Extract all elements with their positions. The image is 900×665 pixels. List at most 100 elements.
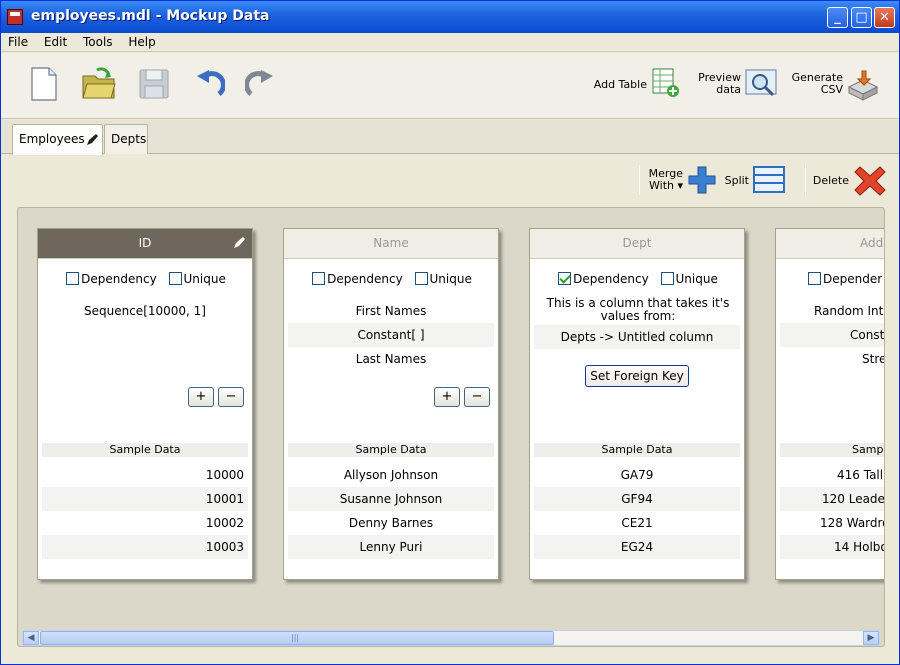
new-file-button[interactable] xyxy=(27,66,61,102)
sample-row: 10001 xyxy=(42,487,248,511)
column-header[interactable]: Add xyxy=(776,229,884,259)
generator-item[interactable]: Constant[ ] xyxy=(288,323,494,347)
tab-employees[interactable]: Employees xyxy=(12,124,103,155)
generator-item[interactable]: Const xyxy=(780,323,884,347)
column-name: Add xyxy=(860,236,884,250)
dependency-label: Depender xyxy=(823,272,883,286)
menu-file[interactable]: File xyxy=(3,33,33,52)
generator-item[interactable]: Sequence[10000, 1] xyxy=(42,299,248,323)
merge-plus-icon xyxy=(688,166,716,194)
open-file-button[interactable] xyxy=(81,66,116,102)
add-table-label[interactable]: Add Table xyxy=(591,79,647,91)
column-card-id[interactable]: ID Dependency Unique Sequence[10000, 1] … xyxy=(37,228,253,580)
preview-data-label[interactable]: Preview data xyxy=(695,72,741,96)
undo-icon xyxy=(197,70,226,96)
scroll-grip: ||| xyxy=(291,633,300,642)
delete-label[interactable]: Delete xyxy=(811,175,849,187)
unique-label: Unique xyxy=(183,272,226,286)
split-label[interactable]: Split xyxy=(721,175,749,187)
sample-row: EG24 xyxy=(534,535,740,559)
dependency-info: This is a column that takes it's values … xyxy=(530,297,746,323)
dependency-checkbox[interactable] xyxy=(558,272,572,285)
generator-item[interactable]: Last Names xyxy=(288,347,494,371)
sample-row: 128 Wardro xyxy=(820,516,885,530)
redo-button[interactable] xyxy=(244,66,279,102)
generate-csv-label[interactable]: Generate CSV xyxy=(789,72,843,96)
minimize-button[interactable]: _ xyxy=(827,7,848,28)
column-card-name[interactable]: Name Dependency Unique First Names Const… xyxy=(283,228,499,580)
preview-data-button[interactable] xyxy=(745,67,779,103)
column-options: Dependency Unique xyxy=(530,272,746,286)
close-button[interactable]: ✕ xyxy=(874,7,895,28)
undo-button[interactable] xyxy=(191,66,226,102)
column-card-dept[interactable]: Dept Dependency Unique This is a column … xyxy=(529,228,745,580)
sample-row: Denny Barnes xyxy=(348,516,434,530)
sample-data-header: Sampl xyxy=(780,443,884,457)
column-options: Depender xyxy=(776,272,884,286)
sample-row: Susanne Johnson xyxy=(288,487,494,511)
merge-with-label[interactable]: Merge With ▾ xyxy=(643,168,683,192)
scroll-right-button[interactable]: ▶ xyxy=(863,631,879,645)
dependency-checkbox[interactable] xyxy=(312,272,326,285)
column-header[interactable]: Dept xyxy=(530,229,744,259)
maximize-button[interactable]: □ xyxy=(851,7,872,28)
delete-x-icon xyxy=(854,166,886,196)
open-folder-icon xyxy=(82,67,116,99)
column-name: ID xyxy=(138,236,152,250)
scroll-thumb[interactable]: ||| xyxy=(40,631,554,645)
unique-checkbox[interactable] xyxy=(660,272,674,285)
edit-pencil-icon[interactable] xyxy=(85,133,99,147)
info-line-2: values from: xyxy=(600,309,676,323)
separator xyxy=(639,165,640,195)
dependency-checkbox[interactable] xyxy=(66,272,80,285)
merge-with-button[interactable] xyxy=(687,165,717,195)
app-window: employees.mdl - Mockup Data _ □ ✕ File E… xyxy=(0,0,900,665)
add-generator-button[interactable]: + xyxy=(434,387,460,407)
column-options: Dependency Unique xyxy=(284,272,500,286)
sample-row: Lenny Puri xyxy=(288,535,494,559)
add-table-icon xyxy=(652,68,679,97)
split-button[interactable] xyxy=(753,166,785,194)
generator-item[interactable]: Random Inte xyxy=(780,299,884,323)
unique-checkbox[interactable] xyxy=(414,272,428,285)
remove-generator-button[interactable]: − xyxy=(218,387,244,407)
delete-button[interactable] xyxy=(854,164,886,196)
save-disk-icon xyxy=(139,69,169,99)
add-generator-button[interactable]: + xyxy=(188,387,214,407)
dependency-checkbox[interactable] xyxy=(808,272,821,285)
generator-item[interactable]: Stre xyxy=(780,347,884,371)
split-icon xyxy=(753,166,785,193)
column-name: Name xyxy=(373,236,409,250)
dependency-label: Dependency xyxy=(327,272,403,286)
sample-row: 10002 xyxy=(205,516,244,530)
sample-data-header: Sample Data xyxy=(534,443,740,457)
table-tabs: Employees Depts xyxy=(1,120,899,155)
menu-edit[interactable]: Edit xyxy=(39,33,72,52)
preview-magnifier-icon xyxy=(745,69,777,97)
preview-label-line2: data xyxy=(716,83,741,96)
edit-pencil-icon[interactable] xyxy=(232,236,246,250)
info-line-1: This is a column that takes it's xyxy=(546,296,730,310)
title-bar[interactable]: employees.mdl - Mockup Data _ □ ✕ xyxy=(1,1,899,33)
remove-generator-button[interactable]: − xyxy=(464,387,490,407)
column-header[interactable]: ID xyxy=(38,229,252,259)
set-foreign-key-button[interactable]: Set Foreign Key xyxy=(585,365,689,387)
column-header[interactable]: Name xyxy=(284,229,498,259)
column-card-address[interactable]: Add Depender Random Inte Const Stre Samp… xyxy=(775,228,885,580)
column-name: Dept xyxy=(622,236,652,250)
menu-help[interactable]: Help xyxy=(123,33,160,52)
generate-csv-button[interactable] xyxy=(847,67,881,103)
scroll-left-button[interactable]: ◀ xyxy=(23,631,39,645)
sample-row: 120 Leader xyxy=(780,487,884,511)
unique-checkbox[interactable] xyxy=(168,272,182,285)
tab-depts[interactable]: Depts xyxy=(104,124,148,154)
horizontal-scrollbar[interactable]: ◀ ||| ▶ xyxy=(22,630,880,646)
add-table-button[interactable] xyxy=(651,67,685,103)
sample-row: 10003 xyxy=(42,535,248,559)
save-button[interactable] xyxy=(137,66,171,102)
generator-item[interactable]: First Names xyxy=(288,299,494,323)
menu-tools[interactable]: Tools xyxy=(78,33,118,52)
dependency-label: Dependency xyxy=(81,272,157,286)
sample-row: 10000 xyxy=(205,468,244,482)
window-title: employees.mdl - Mockup Data xyxy=(31,8,270,24)
